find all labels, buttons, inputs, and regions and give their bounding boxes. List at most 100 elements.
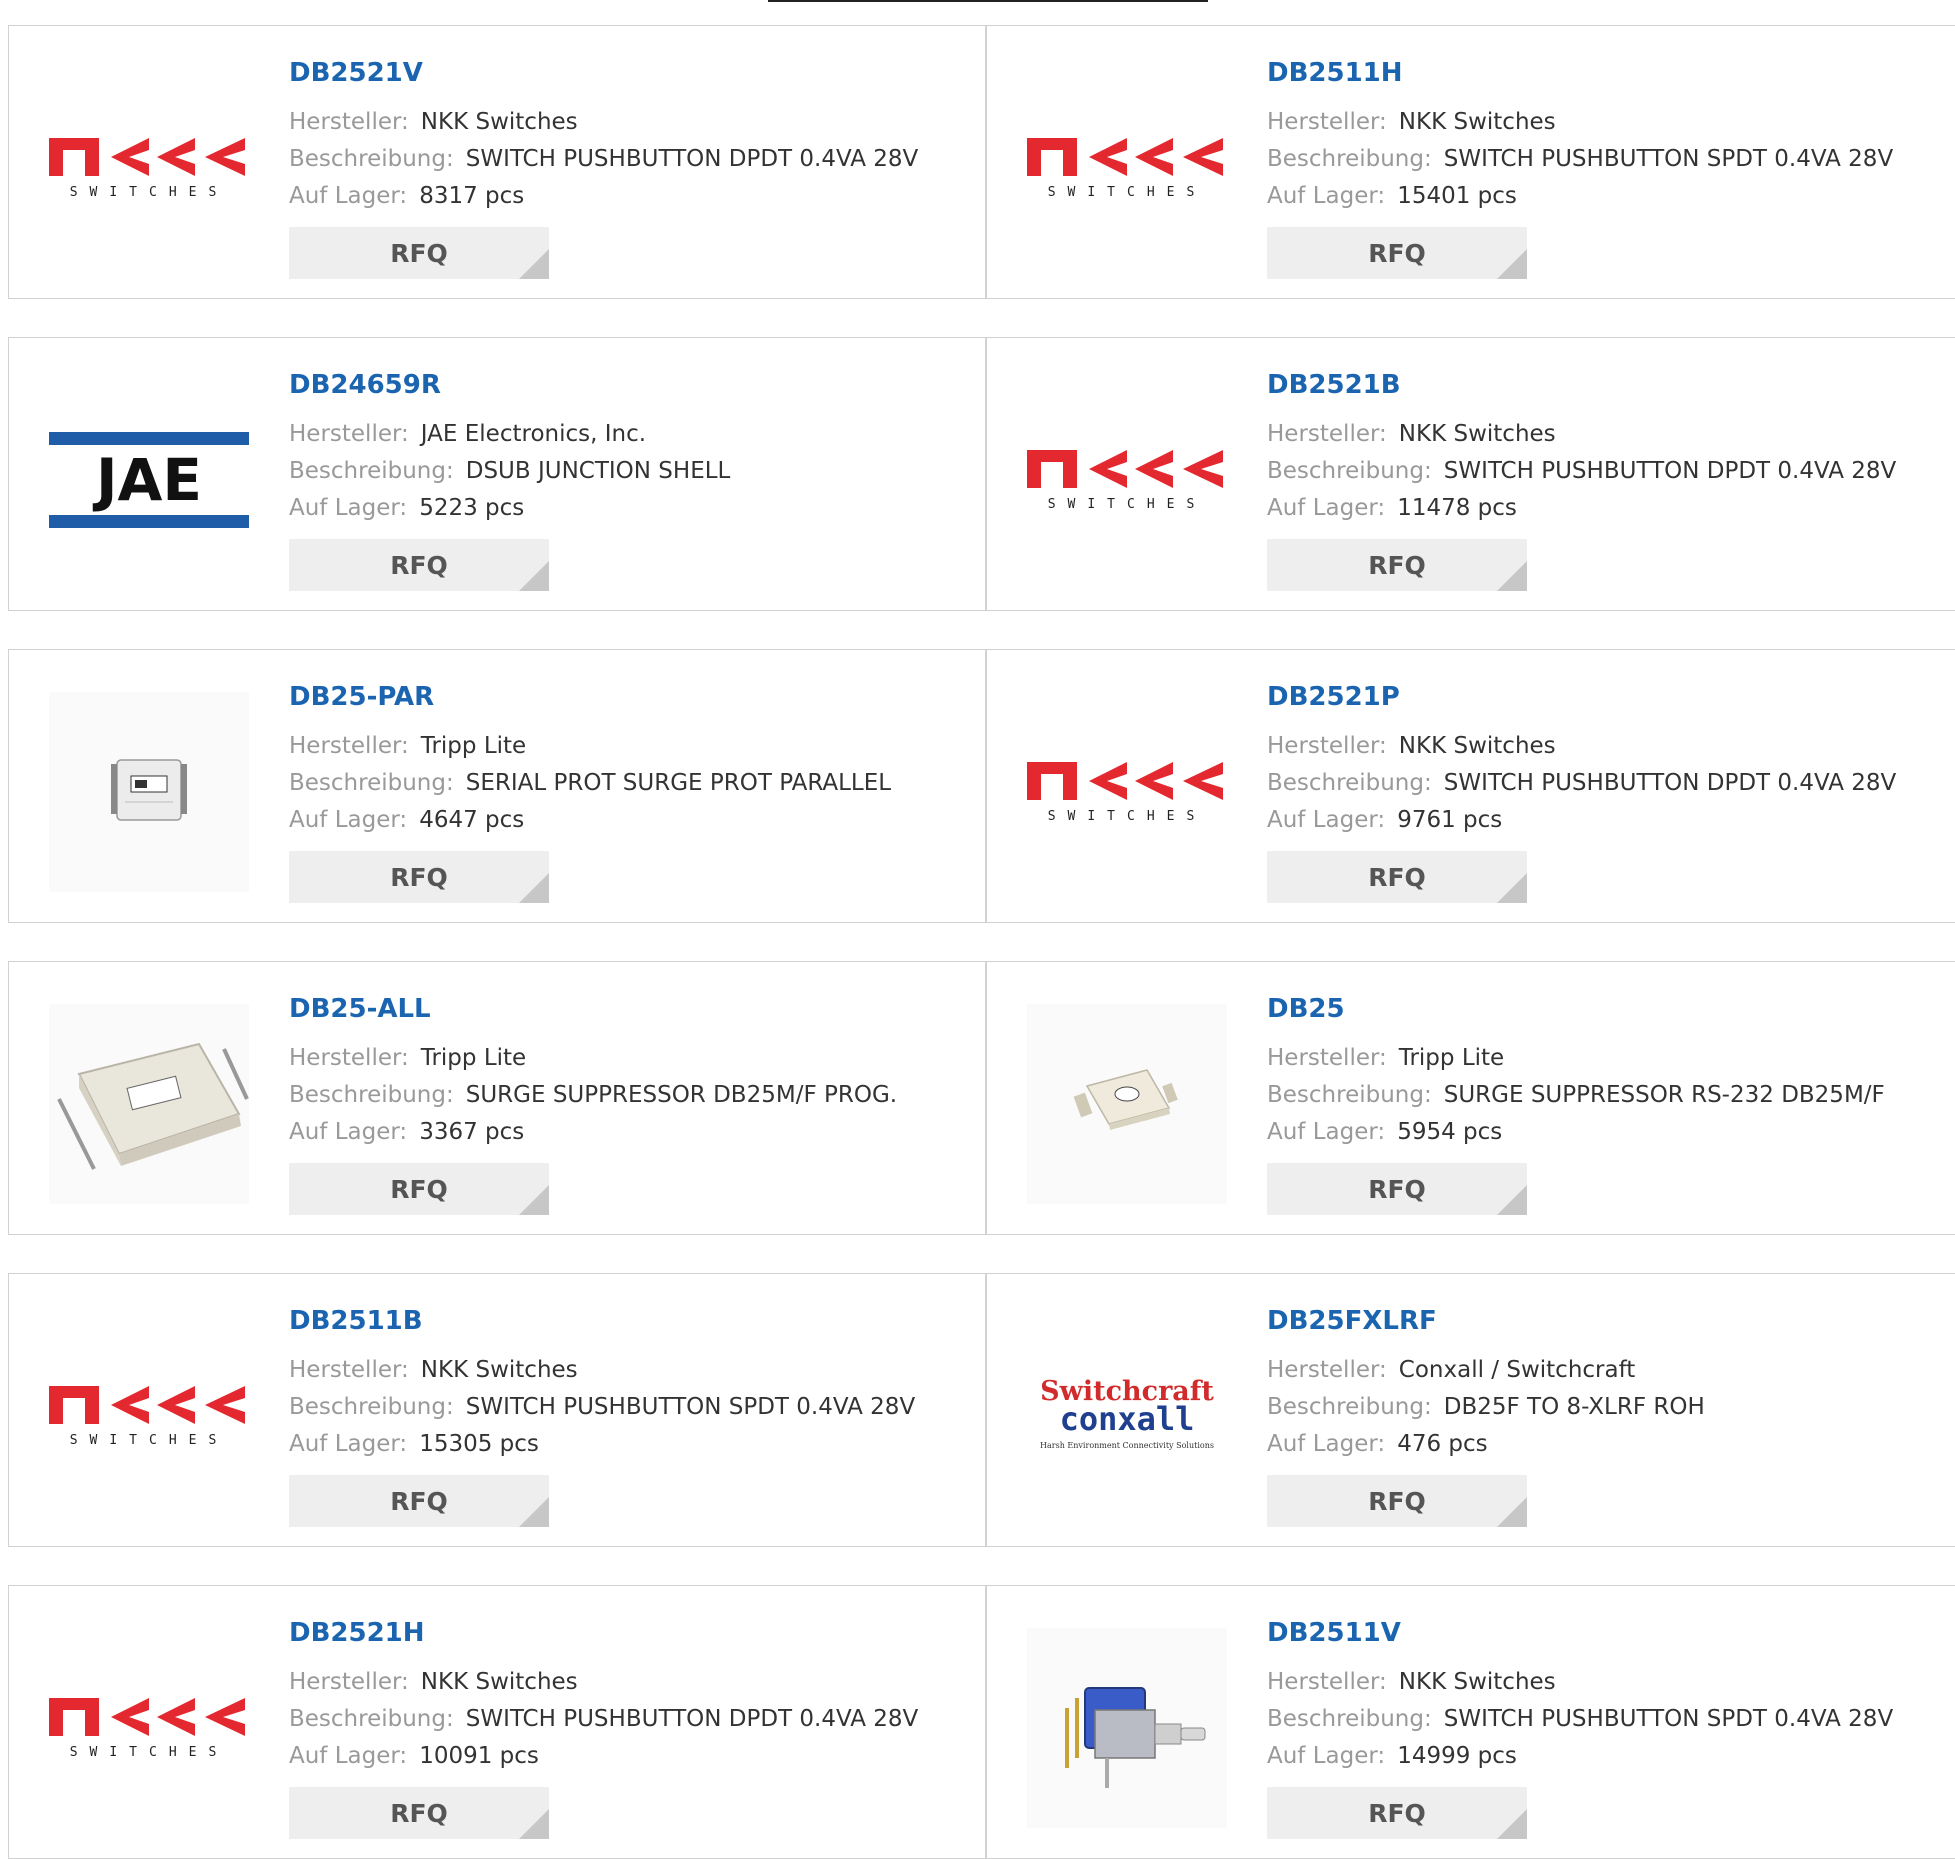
stock-value: 476 pcs (1397, 1431, 1488, 1457)
product-title-link[interactable]: DB25-ALL (289, 992, 975, 1026)
stock-value: 15305 pcs (419, 1431, 539, 1457)
svg-text:JAE: JAE (92, 446, 202, 514)
description-value: SWITCH PUSHBUTTON SPDT 0.4VA 28V (1443, 1706, 1894, 1732)
manufacturer-label: Hersteller: (1267, 109, 1387, 135)
rfq-button[interactable]: RFQ (289, 539, 549, 591)
rfq-button[interactable]: RFQ (289, 1163, 549, 1215)
description-label: Beschreibung: (289, 1394, 454, 1420)
nkk-logo: SWITCHES (1027, 380, 1227, 580)
stock-value: 14999 pcs (1397, 1743, 1517, 1769)
manufacturer-label: Hersteller: (289, 1669, 409, 1695)
manufacturer-value: Tripp Lite (420, 733, 527, 759)
surge-protector-small-image (49, 692, 249, 892)
description-label: Beschreibung: (289, 146, 454, 172)
switchcraft-conxall-logo: Switchcraft conxall Harsh Environment Conn… (1027, 1316, 1227, 1516)
rfq-button[interactable]: RFQ (1267, 1163, 1527, 1215)
description-value: SWITCH PUSHBUTTON DPDT 0.4VA 28V (1443, 770, 1897, 796)
product-title-link[interactable]: DB25FXLRF (1267, 1304, 1953, 1338)
rfq-button[interactable]: RFQ (1267, 1475, 1527, 1527)
description-value: SWITCH PUSHBUTTON DPDT 0.4VA 28V (1443, 458, 1897, 484)
svg-text:SWITCHES: SWITCHES (1048, 809, 1207, 824)
rfq-button[interactable]: RFQ (289, 1475, 549, 1527)
product-title-link[interactable]: DB2511B (289, 1304, 975, 1338)
product-title-link[interactable]: DB2521V (289, 56, 975, 90)
product-card: DB25-PAR Hersteller: Tripp Lite Beschreib… (8, 649, 986, 923)
stock-value: 11478 pcs (1397, 495, 1517, 521)
svg-text:SWITCHES: SWITCHES (70, 185, 229, 200)
surge-suppressor-small-image (1027, 1004, 1227, 1204)
stock-value: 9761 pcs (1397, 807, 1503, 833)
stock-label: Auf Lager: (1267, 807, 1386, 833)
stock-label: Auf Lager: (1267, 1743, 1386, 1769)
product-card: SWITCHES DB2521H Hersteller: NKK Switches… (8, 1585, 986, 1859)
rfq-button[interactable]: RFQ (1267, 1787, 1527, 1839)
manufacturer-value: NKK Switches (420, 1357, 578, 1383)
manufacturer-label: Hersteller: (1267, 1669, 1387, 1695)
svg-text:conxall: conxall (1060, 1400, 1195, 1438)
manufacturer-value: NKK Switches (1398, 1669, 1556, 1695)
manufacturer-label: Hersteller: (289, 733, 409, 759)
stock-label: Auf Lager: (1267, 1119, 1386, 1145)
nkk-logo: SWITCHES (1027, 68, 1227, 268)
stock-label: Auf Lager: (1267, 1431, 1386, 1457)
product-title-link[interactable]: DB25 (1267, 992, 1953, 1026)
rfq-button[interactable]: RFQ (1267, 227, 1527, 279)
product-title-link[interactable]: DB2521H (289, 1616, 975, 1650)
description-label: Beschreibung: (289, 1082, 454, 1108)
product-card: DB2511V Hersteller: NKK Switches Beschrei… (986, 1585, 1955, 1859)
svg-text:SWITCHES: SWITCHES (70, 1433, 229, 1448)
manufacturer-value: NKK Switches (1398, 109, 1556, 135)
product-card: SWITCHES DB2521V Hersteller: NKK Switches… (8, 25, 986, 299)
manufacturer-label: Hersteller: (1267, 733, 1387, 759)
product-title-link[interactable]: DB25-PAR (289, 680, 975, 714)
stock-label: Auf Lager: (289, 183, 408, 209)
stock-label: Auf Lager: (289, 807, 408, 833)
product-title-link[interactable]: DB2511V (1267, 1616, 1953, 1650)
manufacturer-label: Hersteller: (1267, 1045, 1387, 1071)
nkk-logo: SWITCHES (49, 1628, 249, 1828)
description-value: SURGE SUPPRESSOR RS-232 DB25M/F (1443, 1082, 1885, 1108)
manufacturer-value: NKK Switches (420, 1669, 578, 1695)
nkk-logo: SWITCHES (1027, 692, 1227, 892)
manufacturer-value: Conxall / Switchcraft (1398, 1357, 1636, 1383)
jae-logo: JAE (49, 380, 249, 580)
nkk-logo: SWITCHES (49, 68, 249, 268)
manufacturer-value: Tripp Lite (1398, 1045, 1505, 1071)
rfq-button[interactable]: RFQ (289, 227, 549, 279)
rfq-button[interactable]: RFQ (289, 1787, 549, 1839)
rfq-button[interactable]: RFQ (289, 851, 549, 903)
stock-label: Auf Lager: (289, 1431, 408, 1457)
product-title-link[interactable]: DB2521P (1267, 680, 1953, 714)
product-card: SWITCHES DB2511B Hersteller: NKK Switches… (8, 1273, 986, 1547)
stock-label: Auf Lager: (289, 495, 408, 521)
manufacturer-value: Tripp Lite (420, 1045, 527, 1071)
description-label: Beschreibung: (1267, 146, 1432, 172)
rfq-button[interactable]: RFQ (1267, 851, 1527, 903)
rfq-button[interactable]: RFQ (1267, 539, 1527, 591)
product-title-link[interactable]: DB2511H (1267, 56, 1953, 90)
description-value: SERIAL PROT SURGE PROT PARALLEL (465, 770, 892, 796)
product-title-link[interactable]: DB2521B (1267, 368, 1953, 402)
stock-label: Auf Lager: (1267, 183, 1386, 209)
manufacturer-value: NKK Switches (1398, 421, 1556, 447)
description-label: Beschreibung: (1267, 1394, 1432, 1420)
stock-value: 10091 pcs (419, 1743, 539, 1769)
stock-value: 5223 pcs (419, 495, 525, 521)
manufacturer-label: Hersteller: (289, 1045, 409, 1071)
description-value: SWITCH PUSHBUTTON DPDT 0.4VA 28V (465, 1706, 919, 1732)
description-label: Beschreibung: (289, 1706, 454, 1732)
product-card: DB25 Hersteller: Tripp Lite Beschreibung:… (986, 961, 1955, 1235)
svg-text:Harsh Environment Connectivity: Harsh Environment Connectivity Solutions (1040, 1441, 1214, 1450)
description-value: SWITCH PUSHBUTTON SPDT 0.4VA 28V (1443, 146, 1894, 172)
svg-text:SWITCHES: SWITCHES (1048, 185, 1207, 200)
stock-value: 5954 pcs (1397, 1119, 1503, 1145)
stock-value: 4647 pcs (419, 807, 525, 833)
stock-value: 15401 pcs (1397, 183, 1517, 209)
surge-suppressor-large-image (49, 1004, 249, 1204)
description-label: Beschreibung: (1267, 1082, 1432, 1108)
product-card: JAE DB24659R Hersteller: JAE Electronics,… (8, 337, 986, 611)
description-label: Beschreibung: (289, 458, 454, 484)
manufacturer-value: JAE Electronics, Inc. (420, 421, 647, 447)
product-title-link[interactable]: DB24659R (289, 368, 975, 402)
manufacturer-label: Hersteller: (289, 421, 409, 447)
